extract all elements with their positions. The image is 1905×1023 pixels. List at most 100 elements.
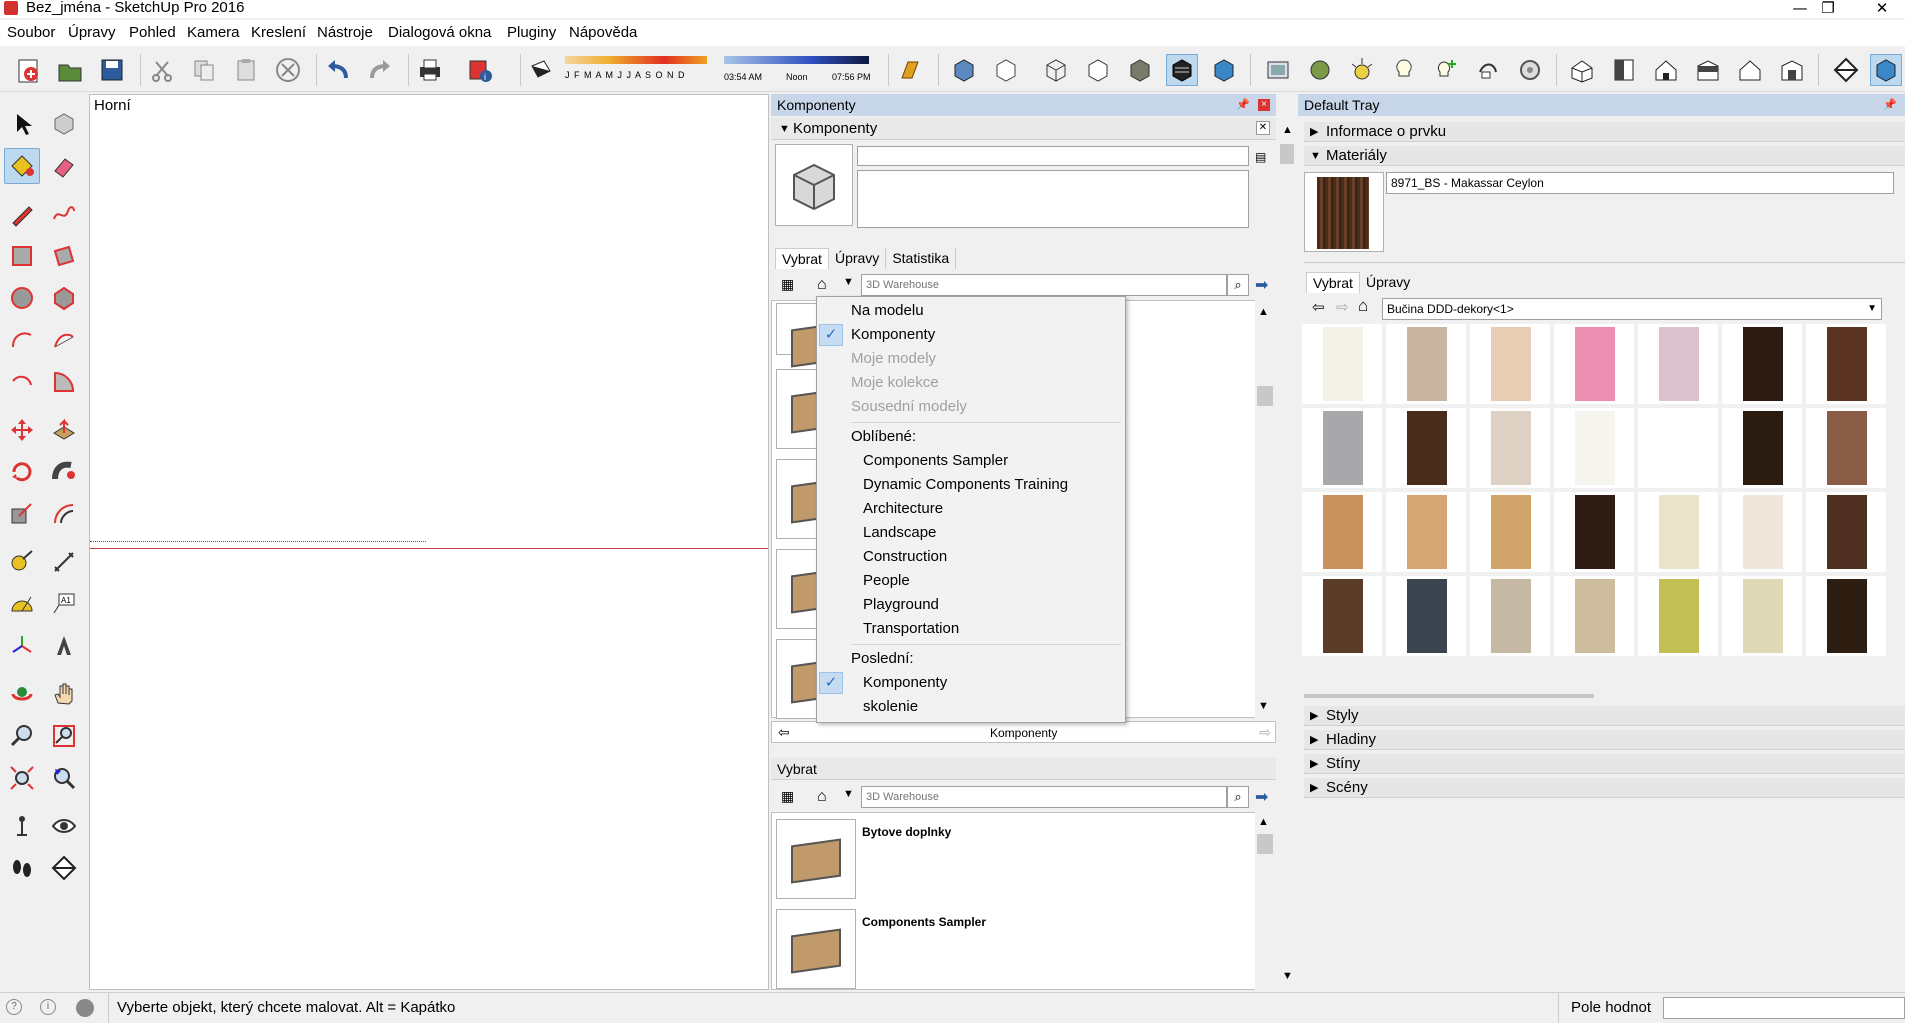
material-home-icon[interactable]: ⌂ [1358,296,1368,316]
iso-view-icon[interactable] [1566,54,1598,86]
shadows-section[interactable]: ▶ Stíny [1304,754,1905,774]
measurements-input[interactable] [1663,997,1905,1019]
shaded-textures-style-icon[interactable] [1166,54,1198,86]
menu-item-na-modelu[interactable]: Na modelu [817,299,1125,323]
menu-kresleni[interactable]: Kreslení [251,24,306,41]
back-view-icon[interactable] [1734,54,1766,86]
shadow-month-slider[interactable] [565,56,707,64]
erase-selection-icon[interactable] [272,54,304,86]
panel-close-icon[interactable]: × [1258,99,1270,111]
secondary-forward-arrow-icon[interactable]: ➡ [1255,787,1268,807]
print-icon[interactable] [414,54,446,86]
account-avatar-icon[interactable] [76,999,94,1017]
material-swatch[interactable] [1638,408,1718,488]
component-description-field[interactable] [857,170,1249,228]
hidden-line-style-icon[interactable] [1082,54,1114,86]
save-icon[interactable] [96,54,128,86]
section-fill-icon[interactable] [1830,54,1862,86]
zoom-extents-icon[interactable] [4,760,40,796]
top-view-icon[interactable] [1608,54,1640,86]
back-arrow-icon[interactable]: ⇦ [778,724,790,741]
offset-icon[interactable] [46,496,82,532]
material-swatch[interactable] [1302,408,1382,488]
circle-icon[interactable] [4,280,40,316]
line-pencil-icon[interactable] [4,196,40,232]
secondary-home-icon[interactable]: ⌂ [817,788,827,806]
favorite-playground[interactable]: Playground [817,593,1125,617]
material-swatch[interactable] [1638,492,1718,572]
favorite-transportation[interactable]: Transportation [817,617,1125,641]
material-swatch[interactable] [1806,408,1886,488]
list-item-label[interactable]: Components Sampler [862,915,986,929]
components-scrollbar[interactable]: ▲ ▼ [1255,300,1275,718]
cut-icon[interactable] [146,54,178,86]
wireframe-style-icon[interactable] [1040,54,1072,86]
drawing-viewport[interactable]: Horní [89,94,769,990]
materials-section[interactable]: ▼ Materiály [1304,146,1905,166]
menu-nastroje[interactable]: Nástroje [317,24,373,41]
material-swatch[interactable] [1302,324,1382,404]
credits-icon[interactable]: i [40,999,56,1015]
material-swatch[interactable] [1722,576,1802,656]
material-swatch[interactable] [1470,408,1550,488]
open-folder-icon[interactable] [54,54,86,86]
add-location-icon[interactable] [1262,54,1294,86]
tab-statistika[interactable]: Statistika [886,248,957,269]
material-swatch[interactable] [1302,492,1382,572]
rectangle-icon[interactable] [4,238,40,274]
material-swatch[interactable] [1638,576,1718,656]
subpanel-close-icon[interactable]: ✕ [1256,121,1270,135]
eraser-icon[interactable] [46,148,82,184]
tape-measure-icon[interactable] [4,544,40,580]
shadow-time-slider[interactable] [724,56,869,64]
warehouse-search-input[interactable] [861,274,1227,296]
recent-skolenie[interactable]: skolenie [817,695,1125,719]
pie-icon[interactable] [46,364,82,400]
material-back-icon[interactable]: ⇦ [1312,298,1325,316]
text-label-icon[interactable]: A1 [46,586,82,622]
material-swatch[interactable] [1806,576,1886,656]
section-display-icon[interactable] [1870,54,1902,86]
list-item-label[interactable]: Bytove doplnky [862,825,951,839]
new-file-icon[interactable] [12,54,44,86]
panel-outer-scrollbar[interactable]: ▲ ▼ [1278,120,1296,990]
section-plane-tool-icon[interactable] [46,850,82,886]
tab-upravy[interactable]: Úpravy [829,248,887,269]
sandbox-settings-icon[interactable] [1514,54,1546,86]
share-model-icon[interactable] [1346,54,1378,86]
undo-icon[interactable] [322,54,354,86]
components-subheader[interactable]: ▼ Komponenty ✕ [771,118,1276,140]
position-camera-icon[interactable] [4,808,40,844]
select-arrow-icon[interactable] [4,106,40,142]
navigation-dropdown-arrow-icon[interactable]: ▼ [843,276,854,288]
menu-pohled[interactable]: Pohled [129,24,176,41]
material-preview[interactable] [1304,172,1384,252]
polygon-icon[interactable] [46,280,82,316]
material-swatch[interactable] [1554,324,1634,404]
section-plane-icon[interactable] [894,54,926,86]
model-info-icon[interactable]: i [464,54,496,86]
material-swatch[interactable] [1386,576,1466,656]
material-swatch[interactable] [1806,324,1886,404]
get-models-icon[interactable] [1304,54,1336,86]
pin-icon[interactable]: 📌 [1236,94,1250,116]
material-swatch[interactable] [1638,324,1718,404]
geolocation-icon[interactable]: ? [6,999,22,1015]
back-edges-style-icon[interactable] [990,54,1022,86]
favorite-architecture[interactable]: Architecture [817,497,1125,521]
freehand-icon[interactable] [46,196,82,232]
menu-kamera[interactable]: Kamera [187,24,240,41]
tab-material-vybrat[interactable]: Vybrat [1306,272,1360,293]
material-name-input[interactable] [1386,172,1894,194]
next-arrow-icon[interactable]: ⇨ [1259,724,1271,741]
material-swatch[interactable] [1470,576,1550,656]
material-swatch[interactable] [1386,408,1466,488]
monochrome-style-icon[interactable] [1208,54,1240,86]
rotated-rectangle-icon[interactable] [46,238,82,274]
menu-item-komponenty[interactable]: ✓ Komponenty [817,323,1125,347]
paint-bucket-icon[interactable] [4,148,40,184]
menu-upravy[interactable]: Úpravy [68,24,116,41]
extension-warehouse-icon[interactable] [1388,54,1420,86]
secondary-search-input[interactable] [861,786,1227,808]
scenes-section[interactable]: ▶ Scény [1304,778,1905,798]
